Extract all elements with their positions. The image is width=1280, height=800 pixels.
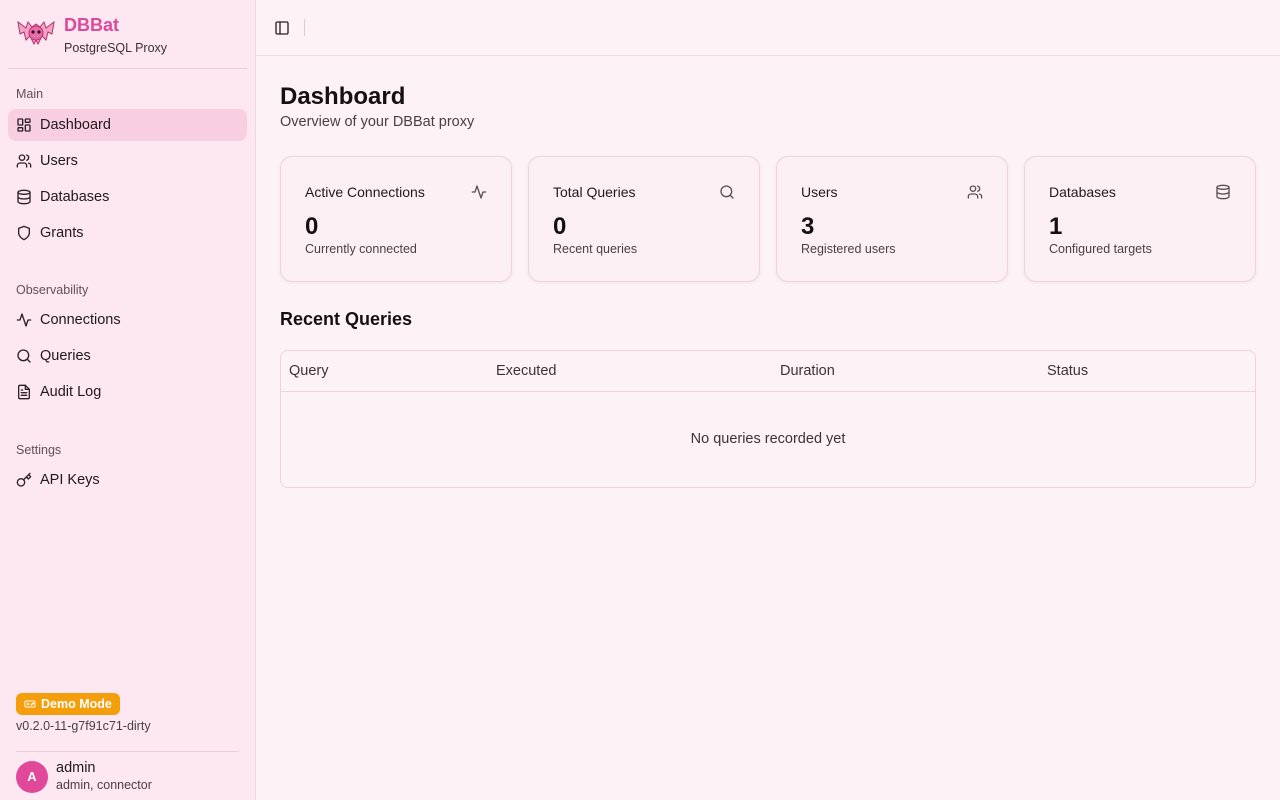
demo-badge-label: Demo Mode bbox=[41, 697, 112, 711]
sidebar-item-label: Connections bbox=[40, 312, 121, 328]
stat-value: 0 bbox=[553, 213, 567, 240]
stat-title: Databases bbox=[1049, 184, 1116, 200]
sidebar-item-label: Audit Log bbox=[40, 384, 102, 400]
column-header-status: Status bbox=[1047, 363, 1089, 379]
avatar: A bbox=[16, 760, 48, 793]
column-header-executed: Executed bbox=[496, 363, 557, 379]
table-header: Query Executed Duration Status bbox=[281, 351, 1255, 392]
search-icon bbox=[16, 348, 32, 364]
nav-section-settings: Settings API Keys bbox=[8, 442, 247, 496]
sidebar-item-connections[interactable]: Connections bbox=[8, 304, 247, 336]
stat-card-active-connections: Active Connections 0 Currently connected bbox=[280, 156, 512, 282]
stat-value: 1 bbox=[1049, 213, 1063, 240]
stat-card-databases: Databases 1 Configured targets bbox=[1024, 156, 1256, 282]
nav-heading: Settings bbox=[16, 443, 62, 457]
activity-icon bbox=[471, 185, 487, 199]
sidebar-item-label: Dashboard bbox=[40, 117, 111, 133]
topbar bbox=[256, 0, 1280, 56]
column-header-duration: Duration bbox=[780, 363, 835, 379]
panel-left-icon bbox=[275, 21, 289, 35]
nav-section-observability: Observability Connections Queries Audit … bbox=[8, 282, 247, 408]
stat-description: Configured targets bbox=[1049, 242, 1152, 256]
user-menu[interactable]: A admin admin, connector bbox=[16, 760, 152, 793]
recent-queries-table: Query Executed Duration Status No querie… bbox=[280, 350, 1256, 488]
users-icon bbox=[16, 153, 32, 169]
sidebar-item-label: Grants bbox=[40, 225, 84, 241]
database-icon bbox=[1216, 184, 1230, 200]
nav-heading: Observability bbox=[16, 283, 89, 297]
shield-icon bbox=[16, 225, 32, 241]
sidebar-item-api-keys[interactable]: API Keys bbox=[8, 464, 247, 496]
sidebar-item-grants[interactable]: Grants bbox=[8, 217, 247, 249]
sidebar-item-dashboard[interactable]: Dashboard bbox=[8, 109, 247, 141]
key-icon bbox=[16, 472, 32, 488]
nav-section-main: Main Dashboard Users Databases Grants bbox=[8, 86, 247, 249]
users-icon bbox=[967, 185, 983, 199]
nav-heading: Main bbox=[16, 87, 44, 101]
user-roles: admin, connector bbox=[56, 778, 152, 792]
stat-value: 3 bbox=[801, 213, 815, 240]
stat-title: Total Queries bbox=[553, 184, 636, 200]
demo-mode-badge: Demo Mode bbox=[16, 693, 120, 715]
database-icon bbox=[16, 189, 32, 205]
sidebar-item-label: API Keys bbox=[40, 472, 100, 488]
app-name: DBBat bbox=[64, 15, 120, 35]
activity-icon bbox=[16, 312, 32, 328]
stat-description: Registered users bbox=[801, 242, 896, 256]
app-subtitle: PostgreSQL Proxy bbox=[64, 41, 168, 55]
version-label: v0.2.0-11-g7f91c71-dirty bbox=[16, 719, 151, 733]
search-icon bbox=[720, 185, 734, 199]
sidebar-item-users[interactable]: Users bbox=[8, 145, 247, 177]
divider bbox=[304, 19, 305, 36]
layout-dashboard-icon bbox=[16, 117, 32, 133]
bat-logo-icon bbox=[17, 20, 55, 46]
stat-value: 0 bbox=[305, 213, 319, 240]
sidebar-item-label: Queries bbox=[40, 348, 91, 364]
stat-description: Currently connected bbox=[305, 242, 417, 256]
section-title-recent-queries: Recent Queries bbox=[280, 309, 413, 329]
divider bbox=[16, 751, 239, 752]
page-title: Dashboard bbox=[280, 83, 406, 110]
sidebar-item-audit-log[interactable]: Audit Log bbox=[8, 376, 247, 408]
sidebar-item-label: Databases bbox=[40, 189, 110, 205]
sidebar-toggle-button[interactable] bbox=[272, 18, 292, 38]
stat-description: Recent queries bbox=[553, 242, 638, 256]
column-header-query: Query bbox=[289, 363, 329, 379]
sidebar-item-label: Users bbox=[40, 153, 78, 169]
empty-state-message: No queries recorded yet bbox=[690, 431, 846, 447]
user-name: admin bbox=[56, 760, 96, 776]
stat-card-users: Users 3 Registered users bbox=[776, 156, 1008, 282]
sidebar-item-databases[interactable]: Databases bbox=[8, 181, 247, 213]
page-subtitle: Overview of your DBBat proxy bbox=[280, 114, 475, 130]
gamepad-icon bbox=[24, 700, 36, 708]
file-text-icon bbox=[16, 384, 32, 400]
stat-title: Users bbox=[801, 184, 838, 200]
divider bbox=[8, 68, 247, 69]
stat-title: Active Connections bbox=[305, 184, 425, 200]
sidebar-item-queries[interactable]: Queries bbox=[8, 340, 247, 372]
brand[interactable]: DBBat PostgreSQL Proxy bbox=[16, 14, 167, 56]
sidebar: DBBat PostgreSQL Proxy Main Dashboard Us… bbox=[0, 0, 256, 800]
stat-card-total-queries: Total Queries 0 Recent queries bbox=[528, 156, 760, 282]
